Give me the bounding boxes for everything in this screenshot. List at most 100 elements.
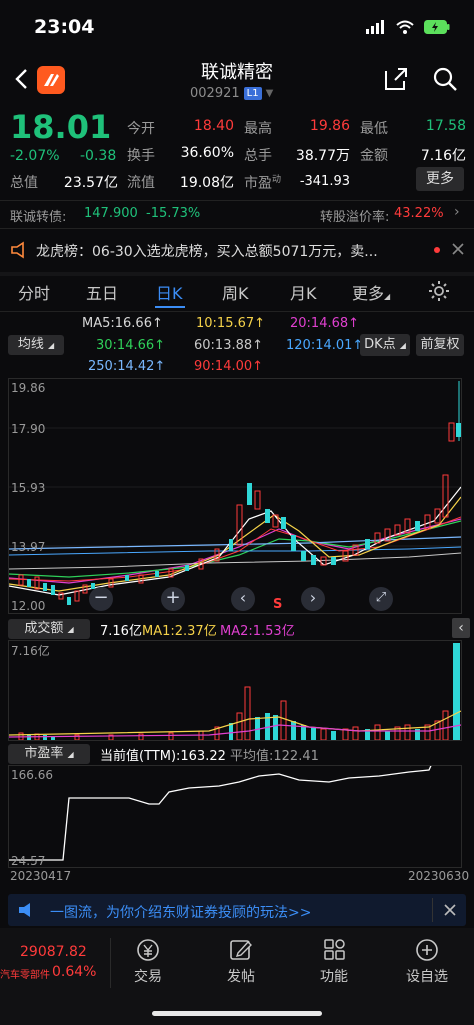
ma-selector[interactable]: 均线 ◢ <box>8 335 64 355</box>
nav-add-watchlist-label: 设自选 <box>406 969 448 985</box>
ma10-text: 10:15.67 <box>196 316 255 331</box>
triangle-icon: ◢ <box>67 625 74 634</box>
triangle-icon: ◢ <box>384 292 391 301</box>
pe-chart[interactable]: 166.66 24.57 <box>8 765 462 868</box>
convertible-label: 联诚转债: <box>10 210 67 225</box>
volume-svg <box>9 643 461 740</box>
grid-icon <box>324 939 345 960</box>
more-button[interactable]: 更多 <box>416 167 464 191</box>
tab-five-day[interactable]: 五日 <box>86 280 118 304</box>
triangle-icon: ◢ <box>48 341 55 350</box>
ma5-value: MA5:16.66↑ <box>82 316 163 331</box>
edit-icon <box>230 940 252 960</box>
change-percent: -2.07% <box>10 148 60 164</box>
unread-dot <box>434 247 440 253</box>
tab-weekly-k[interactable]: 周K <box>222 280 249 304</box>
volume-chart[interactable]: 7.16亿 <box>8 640 462 741</box>
amount-value: 7.16亿 <box>420 148 466 164</box>
price-label-3: 15.93 <box>11 481 46 495</box>
nav-functions[interactable]: 功能 <box>304 938 364 986</box>
zoom-out-icon[interactable]: − <box>89 587 113 611</box>
collapse-indicator-icon[interactable]: ‹ <box>452 618 470 638</box>
divider <box>110 938 111 988</box>
pe-indicator-selector[interactable]: 市盈率 ◢ <box>8 744 90 764</box>
ma5-text: MA5:16.66 <box>82 316 152 331</box>
open-label: 今开 <box>127 121 155 137</box>
kline-chart[interactable]: 19.86 17.90 15.93 13.97 12.00 − + ‹ S › … <box>8 378 462 614</box>
pe-dynamic-label: 动 <box>272 175 282 185</box>
divider <box>0 200 474 201</box>
tab-daily-k[interactable]: 日K <box>156 280 183 304</box>
close-icon[interactable] <box>444 904 456 916</box>
ma20-text: 20:14.68 <box>290 316 349 331</box>
low-label: 最低 <box>360 121 388 137</box>
ma30-text: 30:14.66 <box>96 338 155 353</box>
ma250-text: 250:14.42 <box>88 359 155 374</box>
wifi-icon <box>396 20 414 34</box>
fullscreen-icon[interactable]: ⤢ <box>369 587 393 611</box>
volume-ma1: MA1:2.37亿 <box>142 624 217 639</box>
dk-point-button[interactable]: DK点 ◢ <box>360 334 410 356</box>
ma90-value: 90:14.00↑ <box>194 359 264 374</box>
tab-more-label: 更多 <box>352 284 385 303</box>
scroll-right-icon[interactable]: › <box>301 587 325 611</box>
triangle-icon: ◢ <box>67 750 74 759</box>
volume-max-label: 7.16亿 <box>11 644 50 658</box>
divider <box>0 228 474 229</box>
search-icon[interactable] <box>432 66 458 92</box>
volume-current: 7.16亿 <box>100 624 142 639</box>
gear-icon[interactable] <box>428 280 450 302</box>
ma120-value: 120:14.01↑ <box>286 338 364 353</box>
promo-text: 一图流，为你介绍东财证券投顾的玩法>> <box>50 905 312 921</box>
convertible-pct: -15.73% <box>146 206 201 221</box>
signal-icon <box>366 20 384 34</box>
scroll-left-icon[interactable]: ‹ <box>231 587 255 611</box>
volume-ma2: MA2:1.53亿 <box>220 624 295 639</box>
ma120-text: 120:14.01 <box>286 338 353 353</box>
close-icon[interactable] <box>452 243 464 255</box>
tab-monthly-k[interactable]: 月K <box>290 280 317 304</box>
megaphone-icon <box>11 241 24 259</box>
turnover-value: 36.60% <box>180 145 234 161</box>
divider <box>432 898 433 922</box>
low-value: 17.58 <box>425 118 466 134</box>
volume-bars <box>18 643 460 740</box>
high-value: 19.86 <box>309 118 350 134</box>
ma10-value: 10:15.67↑ <box>196 316 266 331</box>
promo-banner[interactable]: 一图流，为你介绍东财证券投顾的玩法>> <box>8 894 466 926</box>
kline-svg <box>9 381 461 605</box>
tab-intraday[interactable]: 分时 <box>18 280 50 304</box>
sell-marker: S <box>273 597 283 612</box>
tab-more[interactable]: 更多◢ <box>352 280 390 304</box>
chevron-right-icon[interactable]: › <box>454 204 460 220</box>
total-value-label: 总值 <box>10 175 38 191</box>
price-label-high: 19.86 <box>11 381 46 395</box>
plus-circle-icon <box>416 939 438 961</box>
nav-add-watchlist[interactable]: 设自选 <box>397 938 457 986</box>
pe-min-label: 24.57 <box>11 854 46 868</box>
pe-end-date: 20230630 <box>408 869 470 883</box>
index-pct: 0.64% <box>52 964 97 980</box>
nav-functions-label: 功能 <box>320 969 348 985</box>
notice-bar[interactable]: 龙虎榜：06-30入选龙虎榜，买入总额5071万元，卖... <box>0 232 474 268</box>
premium-label: 转股溢价率: <box>320 210 390 225</box>
adjust-mode-button[interactable]: 前复权 <box>416 334 464 356</box>
volume-selector-label: 成交额 <box>24 621 64 636</box>
zoom-in-icon[interactable]: + <box>161 587 185 611</box>
index-name[interactable]: 汽车零部件 <box>0 966 50 981</box>
nav-trade[interactable]: 交易 <box>118 938 178 986</box>
price-label-2: 17.90 <box>11 422 46 436</box>
amount-label: 金额 <box>360 148 388 164</box>
open-value: 18.40 <box>193 118 234 134</box>
volume-label: 总手 <box>244 148 272 164</box>
total-value: 23.57亿 <box>63 175 118 191</box>
nav-post[interactable]: 发帖 <box>211 938 271 986</box>
battery-icon <box>424 20 450 34</box>
volume-indicator-selector[interactable]: 成交额 ◢ <box>8 619 90 639</box>
candles <box>18 381 461 605</box>
nav-trade-label: 交易 <box>134 969 162 985</box>
index-value[interactable]: 29087.82 <box>20 944 87 960</box>
active-tab-underline <box>155 306 185 308</box>
stock-code-row[interactable]: 002921 L1 ▼ <box>190 86 273 101</box>
share-icon[interactable] <box>383 66 409 92</box>
